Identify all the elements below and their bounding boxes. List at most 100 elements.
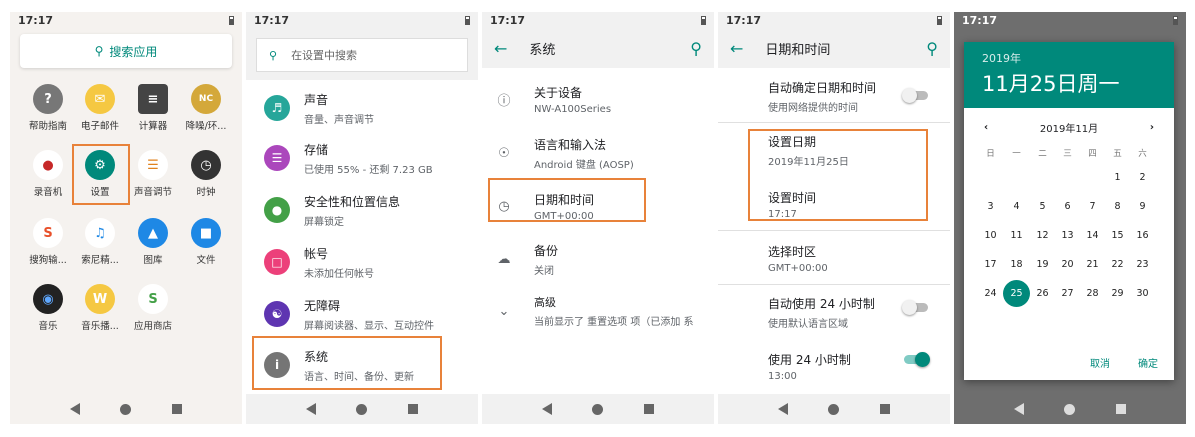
timezone-setting[interactable]: 选择时区 GMT+00:00 <box>718 238 950 278</box>
home-icon[interactable] <box>120 403 132 415</box>
calendar-day[interactable]: 10 <box>978 221 1003 250</box>
dialog-actions: 取消 确定 <box>1090 355 1158 370</box>
app-sound[interactable]: ☰ 声音调节 <box>125 150 181 198</box>
settings-item-accessibility[interactable]: ☯ 无障碍 屏幕阅读器、显示、互动控件 <box>246 288 478 340</box>
calendar-day[interactable]: 4 <box>1003 192 1030 221</box>
calendar-day[interactable]: 14 <box>1080 221 1105 250</box>
calendar-day[interactable]: 5 <box>1030 192 1055 221</box>
calendar-day[interactable]: 7 <box>1080 192 1105 221</box>
calendar-day[interactable]: 2 <box>1130 163 1155 192</box>
calendar-day[interactable]: 29 <box>1105 279 1130 308</box>
speaker-icon: ◉ <box>33 284 63 314</box>
system-item-about[interactable]: ⓘ 关于设备 NW-A100Series <box>482 72 714 126</box>
calendar-day[interactable]: 1 <box>1105 163 1130 192</box>
search-icon[interactable]: ⚲ <box>926 39 938 58</box>
app-sony[interactable]: ♫ 索尼精... <box>72 218 128 266</box>
recents-icon[interactable] <box>171 404 182 414</box>
battery-icon <box>1173 15 1178 25</box>
app-help[interactable]: ? 帮助指南 <box>20 84 76 132</box>
battery-icon <box>937 15 942 25</box>
app-files[interactable]: ■ 文件 <box>178 218 234 266</box>
settings-item-security[interactable]: ● 安全性和位置信息 屏幕锁定 <box>246 184 478 236</box>
app-calculator[interactable]: ≡ 计算器 <box>125 84 181 132</box>
system-item-language[interactable]: ☉ 语言和输入法 Android 键盘 (AOSP) <box>482 126 714 180</box>
auto-datetime-toggle[interactable] <box>902 88 928 103</box>
chevron-left-icon[interactable]: ‹ <box>984 122 988 133</box>
calendar-day[interactable]: 21 <box>1080 250 1105 279</box>
recents-icon[interactable] <box>643 404 654 414</box>
calendar-day[interactable]: 17 <box>978 250 1003 279</box>
calendar-day[interactable]: 27 <box>1055 279 1080 308</box>
calendar-day[interactable]: 22 <box>1105 250 1130 279</box>
back-icon[interactable] <box>542 403 553 415</box>
app-noise[interactable]: NC 降噪/环... <box>178 84 234 132</box>
calendar-day[interactable]: 19 <box>1030 250 1055 279</box>
cancel-button[interactable]: 取消 <box>1090 355 1110 370</box>
system-item-backup[interactable]: ☁ 备份 关闭 <box>482 232 714 286</box>
calendar-day[interactable]: 16 <box>1130 221 1155 250</box>
recents-icon[interactable] <box>879 404 890 414</box>
settings-item-storage[interactable]: ☰ 存储 已使用 55% - 还剩 7.23 GB <box>246 132 478 184</box>
item-subtitle: 13:00 <box>768 370 797 382</box>
calendar-day[interactable]: 18 <box>1003 250 1030 279</box>
week-row: 17 18 19 20 21 22 23 <box>978 250 1155 279</box>
app-music-player[interactable]: W 音乐播... <box>72 284 128 332</box>
calendar-day[interactable]: 24 <box>978 279 1003 308</box>
calendar-day[interactable]: 9 <box>1130 192 1155 221</box>
calendar-day[interactable]: 23 <box>1130 250 1155 279</box>
back-icon[interactable] <box>778 403 789 415</box>
calendar-day[interactable]: 30 <box>1130 279 1155 308</box>
info-icon: ⓘ <box>497 93 511 109</box>
search-icon[interactable]: ⚲ <box>690 39 702 58</box>
back-arrow-icon[interactable]: ← <box>730 39 743 58</box>
calendar-day[interactable]: 13 <box>1055 221 1080 250</box>
toggle-knob <box>902 88 917 103</box>
settings-item-sound[interactable]: ♬ 声音 音量、声音调节 <box>246 84 478 132</box>
calendar-day[interactable]: 12 <box>1030 221 1055 250</box>
equalizer-icon: ☰ <box>138 150 168 180</box>
status-time: 17:17 <box>490 13 526 27</box>
calendar-day[interactable]: 6 <box>1055 192 1080 221</box>
home-icon[interactable] <box>356 403 368 415</box>
search-placeholder: 在设置中搜索 <box>291 49 358 62</box>
weekday-row: 日一二三四五六 <box>978 143 1155 163</box>
app-sogou[interactable]: S 搜狗输... <box>20 218 76 266</box>
use-24h-toggle[interactable] <box>904 352 930 367</box>
weekday-label: 一 <box>1012 149 1021 159</box>
back-icon[interactable] <box>1014 403 1025 415</box>
app-search-bar[interactable]: ⚲ 搜索应用 <box>20 34 232 68</box>
calendar-day[interactable]: 3 <box>978 192 1003 221</box>
ok-button[interactable]: 确定 <box>1138 355 1158 370</box>
selected-day[interactable]: 25 <box>1003 279 1030 308</box>
app-gallery[interactable]: ▲ 图库 <box>125 218 181 266</box>
home-icon[interactable] <box>1064 403 1076 415</box>
chevron-right-icon[interactable]: › <box>1150 122 1154 133</box>
settings-item-accounts[interactable]: □ 帐号 未添加任何帐号 <box>246 236 478 288</box>
app-music[interactable]: ◉ 音乐 <box>20 284 76 332</box>
settings-search-input[interactable]: ⚲ 在设置中搜索 <box>256 38 468 72</box>
system-item-advanced[interactable]: ⌄ 高级 当前显示了 重置选项 项（已添加 系 <box>482 286 714 336</box>
back-icon[interactable] <box>306 403 317 415</box>
back-icon[interactable] <box>70 403 81 415</box>
recents-icon[interactable] <box>1115 404 1126 414</box>
home-icon[interactable] <box>592 403 604 415</box>
back-arrow-icon[interactable]: ← <box>494 39 507 58</box>
app-clock[interactable]: ◷ 时钟 <box>178 150 234 198</box>
calendar-day[interactable]: 28 <box>1080 279 1105 308</box>
search-icon: ⚲ <box>269 48 278 62</box>
calendar-day[interactable]: 20 <box>1055 250 1080 279</box>
recents-icon[interactable] <box>407 404 418 414</box>
auto-24h-toggle[interactable] <box>902 300 928 315</box>
calendar-day[interactable]: 15 <box>1105 221 1130 250</box>
app-email[interactable]: ✉ 电子邮件 <box>72 84 128 132</box>
app-store[interactable]: S 应用商店 <box>125 284 181 332</box>
calendar-day[interactable]: 8 <box>1105 192 1130 221</box>
calendar-day[interactable]: 11 <box>1003 221 1030 250</box>
app-recorder[interactable]: ● 录音机 <box>20 150 76 198</box>
item-title: 关于设备 <box>534 85 583 100</box>
calendar-day[interactable]: 26 <box>1030 279 1055 308</box>
home-icon[interactable] <box>828 403 840 415</box>
use-24h-setting[interactable]: 使用 24 小时制 13:00 <box>718 346 950 386</box>
year-label[interactable]: 2019年 <box>982 50 1156 66</box>
app-label: 音乐 <box>38 321 58 332</box>
